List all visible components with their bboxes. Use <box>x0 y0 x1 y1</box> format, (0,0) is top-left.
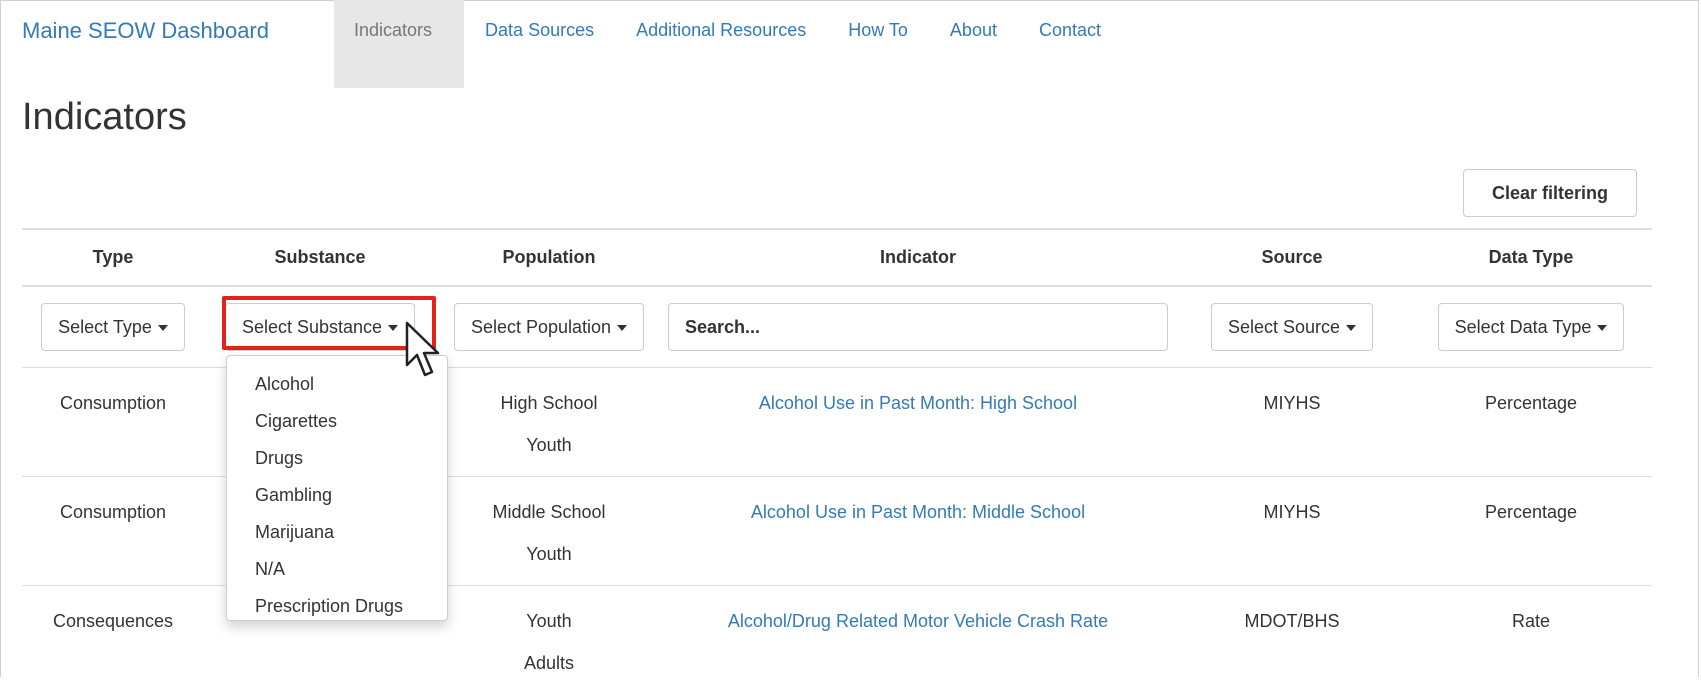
cell-type: Consequences <box>52 611 174 631</box>
cell-data-type: Percentage <box>1410 476 1652 586</box>
caret-down-icon <box>617 324 628 331</box>
clear-filtering-button[interactable]: Clear filtering <box>1463 169 1637 217</box>
cell-population: High School Youth <box>436 367 662 477</box>
indicator-link[interactable]: Alcohol/Drug Related Motor Vehicle Crash… <box>728 611 1108 631</box>
select-type-dropdown[interactable]: Select Type <box>41 303 185 351</box>
menu-item-prescription-drugs[interactable]: Prescription Drugs <box>227 588 447 625</box>
nav-item-about[interactable]: About <box>929 0 1018 88</box>
page-title: Indicators <box>22 96 187 138</box>
cell-indicator: Alcohol Use in Past Month: High School <box>662 367 1174 477</box>
cell-data-type: Rate <box>1511 611 1551 631</box>
mouse-pointer-icon <box>405 321 440 377</box>
indicator-link[interactable]: Alcohol Use in Past Month: High School <box>759 393 1077 413</box>
menu-item-na[interactable]: N/A <box>227 551 447 588</box>
select-source-dropdown[interactable]: Select Source <box>1210 303 1374 351</box>
header-source[interactable]: Source <box>1174 228 1410 287</box>
cell-type: Consumption <box>22 476 204 586</box>
navbar-brand[interactable]: Maine SEOW Dashboard <box>22 18 269 44</box>
menu-item-cigarettes[interactable]: Cigarettes <box>227 403 447 440</box>
select-data-type-dropdown[interactable]: Select Data Type <box>1437 303 1625 351</box>
cell-source: MDOT/BHS <box>1244 611 1340 631</box>
caret-down-icon <box>388 324 399 331</box>
navbar: Indicators Data Sources Additional Resou… <box>334 0 1122 88</box>
population-line: Youth <box>526 611 572 631</box>
header-type[interactable]: Type <box>22 228 204 287</box>
select-population-label: Select Population <box>470 316 612 337</box>
substance-dropdown-menu: Alcohol Cigarettes Drugs Gambling Mariju… <box>226 355 448 621</box>
header-population[interactable]: Population <box>436 228 662 287</box>
menu-item-gambling[interactable]: Gambling <box>227 477 447 514</box>
nav-item-indicators[interactable]: Indicators <box>334 0 465 88</box>
select-data-type-label: Select Data Type <box>1454 316 1592 337</box>
caret-down-icon <box>1346 324 1357 331</box>
cell-data-type: Percentage <box>1410 367 1652 477</box>
table-header-row: Type Substance Population Indicator Sour… <box>22 228 1652 287</box>
select-source-label: Select Source <box>1227 316 1341 337</box>
menu-item-marijuana[interactable]: Marijuana <box>227 514 447 551</box>
nav-item-contact[interactable]: Contact <box>1018 0 1122 88</box>
select-substance-dropdown[interactable]: Select Substance <box>224 303 416 351</box>
cell-source: MIYHS <box>1174 476 1410 586</box>
cell-indicator: Alcohol Use in Past Month: Middle School <box>662 476 1174 586</box>
caret-down-icon <box>157 324 168 331</box>
indicator-link[interactable]: Alcohol Use in Past Month: Middle School <box>751 502 1085 522</box>
cell-indicator: Alcohol/Drug Related Motor Vehicle Crash… <box>662 586 1174 695</box>
header-data-type[interactable]: Data Type <box>1410 228 1652 287</box>
select-population-dropdown[interactable]: Select Population <box>453 303 645 351</box>
nav-item-data-sources[interactable]: Data Sources <box>464 0 615 88</box>
menu-item-drugs[interactable]: Drugs <box>227 440 447 477</box>
nav-item-additional-resources[interactable]: Additional Resources <box>615 0 827 88</box>
cell-population: Middle School Youth <box>436 476 662 586</box>
population-line: Adults <box>523 653 575 673</box>
header-indicator[interactable]: Indicator <box>662 228 1174 287</box>
header-substance[interactable]: Substance <box>204 228 436 287</box>
population-line: Middle School <box>492 502 606 522</box>
caret-down-icon <box>1597 324 1608 331</box>
nav-item-how-to[interactable]: How To <box>827 0 929 88</box>
population-line: Youth <box>526 435 572 455</box>
select-substance-label: Select Substance <box>241 316 383 337</box>
search-input[interactable] <box>668 303 1168 351</box>
cell-population: Youth Adults <box>436 586 662 695</box>
population-line: High School <box>500 393 598 413</box>
select-type-label: Select Type <box>58 316 152 337</box>
population-line: Youth <box>526 544 572 564</box>
cell-source: MIYHS <box>1174 367 1410 477</box>
cell-type: Consumption <box>22 367 204 477</box>
